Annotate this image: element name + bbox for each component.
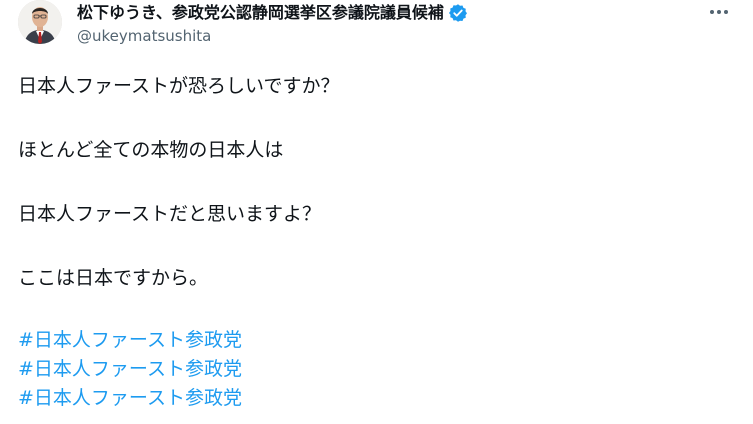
hashtag-link[interactable]: #日本人ファースト参政党 xyxy=(18,384,242,413)
name-row: 松下ゆうき、参政党公認静岡選挙区参議院議員候補 xyxy=(77,2,693,24)
tweet-paragraph: 日本人ファーストだと思いますよ？ xyxy=(18,203,322,225)
display-name[interactable]: 松下ゆうき、参政党公認静岡選挙区参議院議員候補 xyxy=(77,3,444,23)
avatar[interactable] xyxy=(18,0,62,44)
hashtag-list: #日本人ファースト参政党 #日本人ファースト参政党 #日本人ファースト参政党 xyxy=(18,326,242,413)
verified-badge-icon[interactable] xyxy=(448,3,468,23)
tweet-text: 日本人ファーストが恐ろしいですか？ ほとんど全ての本物の日本人は 日本人ファース… xyxy=(18,74,339,291)
user-handle[interactable]: @ukeymatsushita xyxy=(77,26,693,46)
hashtag-link[interactable]: #日本人ファースト参政党 xyxy=(18,326,242,355)
hashtag-link[interactable]: #日本人ファースト参政党 xyxy=(18,355,242,384)
tweet-paragraph: ほとんど全ての本物の日本人は xyxy=(18,139,284,161)
tweet-paragraph: 日本人ファーストが恐ろしいですか？ xyxy=(18,75,340,97)
tweet-paragraph: ここは日本ですから。 xyxy=(18,267,209,289)
more-options-button[interactable] xyxy=(707,0,731,24)
tweet-card: 松下ゆうき、参政党公認静岡選挙区参議院議員候補 @ukeymatsushita … xyxy=(0,0,753,424)
more-options-icon xyxy=(710,10,728,14)
avatar-photo-icon xyxy=(18,0,62,44)
tweet-header: 松下ゆうき、参政党公認静岡選挙区参議院議員候補 @ukeymatsushita xyxy=(77,2,693,46)
